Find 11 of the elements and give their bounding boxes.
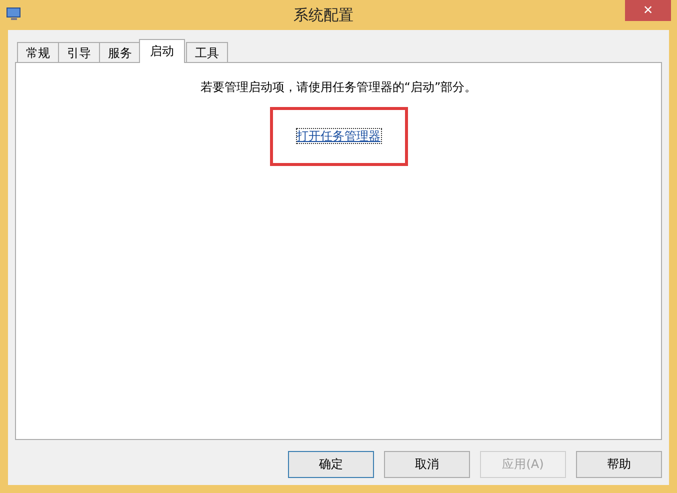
tab[interactable]: 常规 bbox=[17, 42, 59, 63]
tab[interactable]: 启动 bbox=[139, 39, 185, 63]
window-title: 系统配置 bbox=[292, 6, 354, 25]
tab[interactable]: 工具 bbox=[186, 42, 228, 63]
message-text: 若要管理启动项，请使用任务管理器的“启动”部分。 bbox=[200, 79, 477, 96]
task-manager-link[interactable]: 打开任务管理器 bbox=[296, 129, 380, 143]
close-button[interactable]: × bbox=[625, 0, 671, 21]
dialog-button[interactable]: 帮助 bbox=[576, 451, 662, 478]
computer-icon bbox=[6, 6, 22, 22]
dialog-button[interactable]: 取消 bbox=[384, 451, 470, 478]
dialog-button[interactable]: 确定 bbox=[288, 451, 374, 478]
